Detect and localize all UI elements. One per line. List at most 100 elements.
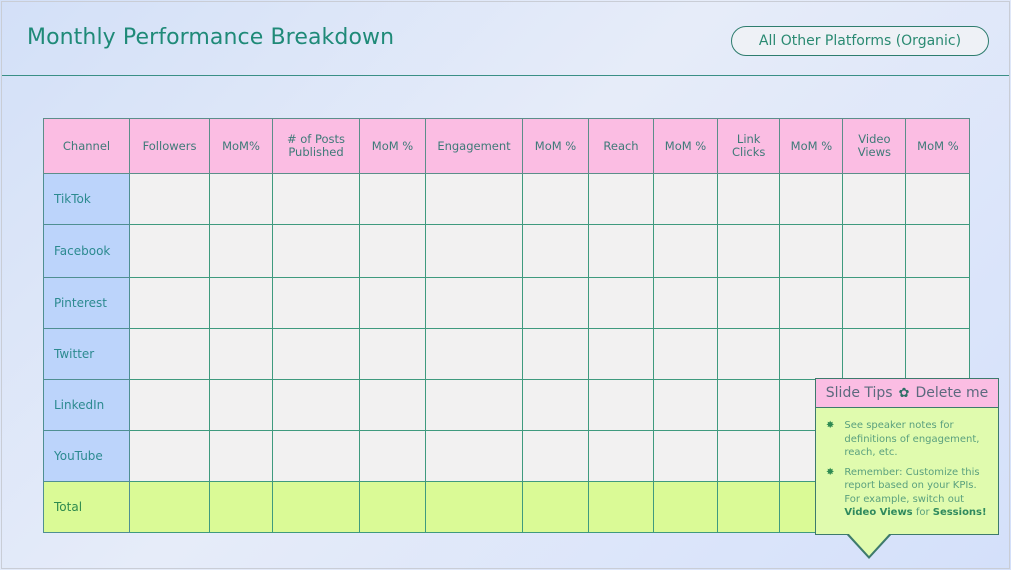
data-cell[interactable] <box>129 277 210 329</box>
data-cell[interactable] <box>425 379 523 431</box>
platform-pill-label: All Other Platforms (Organic) <box>758 33 962 49</box>
table-row: Facebook <box>43 224 971 278</box>
data-cell[interactable] <box>272 224 360 278</box>
data-cell[interactable] <box>425 277 523 329</box>
data-cell[interactable] <box>359 430 426 482</box>
header-reach: Reach <box>588 118 654 174</box>
data-cell[interactable] <box>716 481 781 533</box>
data-cell[interactable] <box>653 379 718 431</box>
data-cell[interactable] <box>588 379 654 431</box>
data-cell[interactable] <box>716 328 781 380</box>
data-cell[interactable] <box>129 379 210 431</box>
data-cell[interactable] <box>779 224 844 278</box>
header-reach-mom: MoM % <box>653 118 718 174</box>
header-link-clicks: Link Clicks <box>716 118 781 174</box>
data-cell[interactable] <box>272 481 360 533</box>
data-cell[interactable] <box>716 173 781 225</box>
data-cell[interactable] <box>129 430 210 482</box>
data-cell[interactable] <box>522 481 589 533</box>
tip-item: ✸ See speaker notes for definitions of e… <box>826 419 990 460</box>
asterisk-bullet-icon: ✸ <box>826 420 835 431</box>
channel-cell: Twitter <box>43 328 130 380</box>
data-cell[interactable] <box>842 328 907 380</box>
data-cell[interactable] <box>905 328 971 380</box>
data-cell[interactable] <box>129 328 210 380</box>
data-cell[interactable] <box>129 173 210 225</box>
data-cell[interactable] <box>359 224 426 278</box>
data-cell[interactable] <box>653 328 718 380</box>
header-engagement: Engagement <box>425 118 523 174</box>
slide-tips-header: Slide Tips ✿ Delete me <box>816 379 998 408</box>
data-cell[interactable] <box>359 328 426 380</box>
data-cell[interactable] <box>716 277 781 329</box>
data-cell[interactable] <box>653 224 718 278</box>
data-cell[interactable] <box>653 173 718 225</box>
data-cell[interactable] <box>129 224 210 278</box>
header-followers: Followers <box>129 118 210 174</box>
data-cell[interactable] <box>842 277 907 329</box>
header-divider <box>2 75 1009 76</box>
data-cell[interactable] <box>716 430 781 482</box>
data-cell[interactable] <box>209 328 273 380</box>
data-cell[interactable] <box>588 430 654 482</box>
data-cell[interactable] <box>588 173 654 225</box>
data-cell[interactable] <box>272 328 360 380</box>
data-cell[interactable] <box>359 481 426 533</box>
data-cell[interactable] <box>779 328 844 380</box>
data-cell[interactable] <box>209 379 273 431</box>
channel-cell: Total <box>43 481 130 533</box>
data-cell[interactable] <box>779 277 844 329</box>
data-cell[interactable] <box>905 173 971 225</box>
data-cell[interactable] <box>653 430 718 482</box>
header-row: Channel Followers MoM% # of Posts Publis… <box>43 118 971 174</box>
data-cell[interactable] <box>272 430 360 482</box>
data-cell[interactable] <box>522 430 589 482</box>
data-cell[interactable] <box>425 328 523 380</box>
data-cell[interactable] <box>272 173 360 225</box>
data-cell[interactable] <box>716 379 781 431</box>
data-cell[interactable] <box>905 277 971 329</box>
data-cell[interactable] <box>905 224 971 278</box>
table-row: Twitter <box>43 328 971 380</box>
data-cell[interactable] <box>425 481 523 533</box>
data-cell[interactable] <box>522 379 589 431</box>
data-cell[interactable] <box>716 224 781 278</box>
data-cell[interactable] <box>425 224 523 278</box>
platform-pill[interactable]: All Other Platforms (Organic) <box>731 26 989 56</box>
data-cell[interactable] <box>842 173 907 225</box>
channel-cell: TikTok <box>43 173 130 225</box>
data-cell[interactable] <box>425 173 523 225</box>
data-cell[interactable] <box>129 481 210 533</box>
data-cell[interactable] <box>588 277 654 329</box>
data-cell[interactable] <box>522 173 589 225</box>
data-cell[interactable] <box>209 224 273 278</box>
data-cell[interactable] <box>359 277 426 329</box>
data-cell[interactable] <box>209 277 273 329</box>
data-cell[interactable] <box>653 277 718 329</box>
data-cell[interactable] <box>779 173 844 225</box>
data-cell[interactable] <box>522 224 589 278</box>
data-cell[interactable] <box>359 379 426 431</box>
data-cell[interactable] <box>653 481 718 533</box>
data-cell[interactable] <box>209 481 273 533</box>
data-cell[interactable] <box>842 224 907 278</box>
channel-cell: Facebook <box>43 224 130 278</box>
slide-tips-box[interactable]: Slide Tips ✿ Delete me ✸ See speaker not… <box>815 378 999 535</box>
data-cell[interactable] <box>522 277 589 329</box>
data-cell[interactable] <box>588 481 654 533</box>
data-cell[interactable] <box>425 430 523 482</box>
header-link-clicks-mom: MoM % <box>779 118 844 174</box>
delete-me-label: Delete me <box>915 385 989 401</box>
data-cell[interactable] <box>272 379 360 431</box>
data-cell[interactable] <box>588 328 654 380</box>
data-cell[interactable] <box>209 173 273 225</box>
data-cell[interactable] <box>588 224 654 278</box>
data-cell[interactable] <box>272 277 360 329</box>
data-cell[interactable] <box>359 173 426 225</box>
data-cell[interactable] <box>209 430 273 482</box>
channel-cell: YouTube <box>43 430 130 482</box>
data-cell[interactable] <box>522 328 589 380</box>
header-posts-published: # of Posts Published <box>272 118 360 174</box>
slide-tips-title: Slide Tips <box>825 385 893 401</box>
header-followers-mom: MoM% <box>209 118 273 174</box>
